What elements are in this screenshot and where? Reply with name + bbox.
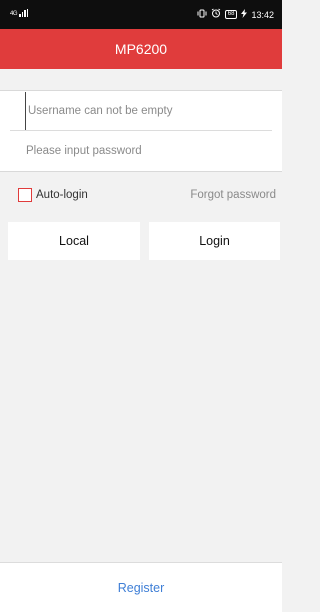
forgot-password-link[interactable]: Forgot password xyxy=(190,189,276,201)
status-icons: 68 13:42 xyxy=(197,8,274,21)
title-bar: MP6200 xyxy=(0,29,282,69)
field-divider xyxy=(10,130,272,131)
username-input[interactable] xyxy=(25,92,272,130)
vibrate-icon xyxy=(197,9,207,21)
battery-icon: 68 xyxy=(224,10,238,19)
bolt-icon xyxy=(241,8,248,21)
local-button[interactable]: Local xyxy=(8,222,140,260)
auto-login-checkbox[interactable] xyxy=(18,188,32,202)
auto-login-toggle[interactable]: Auto-login xyxy=(18,188,88,202)
auto-login-label: Auto-login xyxy=(36,189,88,201)
signal-indicator: 4G xyxy=(10,9,29,17)
footer-bar: Register xyxy=(0,562,282,612)
status-bar: 4G 68 13:42 xyxy=(0,0,282,29)
login-form xyxy=(0,90,282,172)
page-title: MP6200 xyxy=(114,41,168,57)
clock-time: 13:42 xyxy=(251,9,274,20)
signal-label: 4G xyxy=(10,11,18,17)
password-input[interactable] xyxy=(26,132,272,170)
signal-strength-icon xyxy=(19,9,29,17)
register-link[interactable]: Register xyxy=(118,581,165,595)
login-button[interactable]: Login xyxy=(149,222,280,260)
alarm-clock-icon xyxy=(211,8,221,21)
